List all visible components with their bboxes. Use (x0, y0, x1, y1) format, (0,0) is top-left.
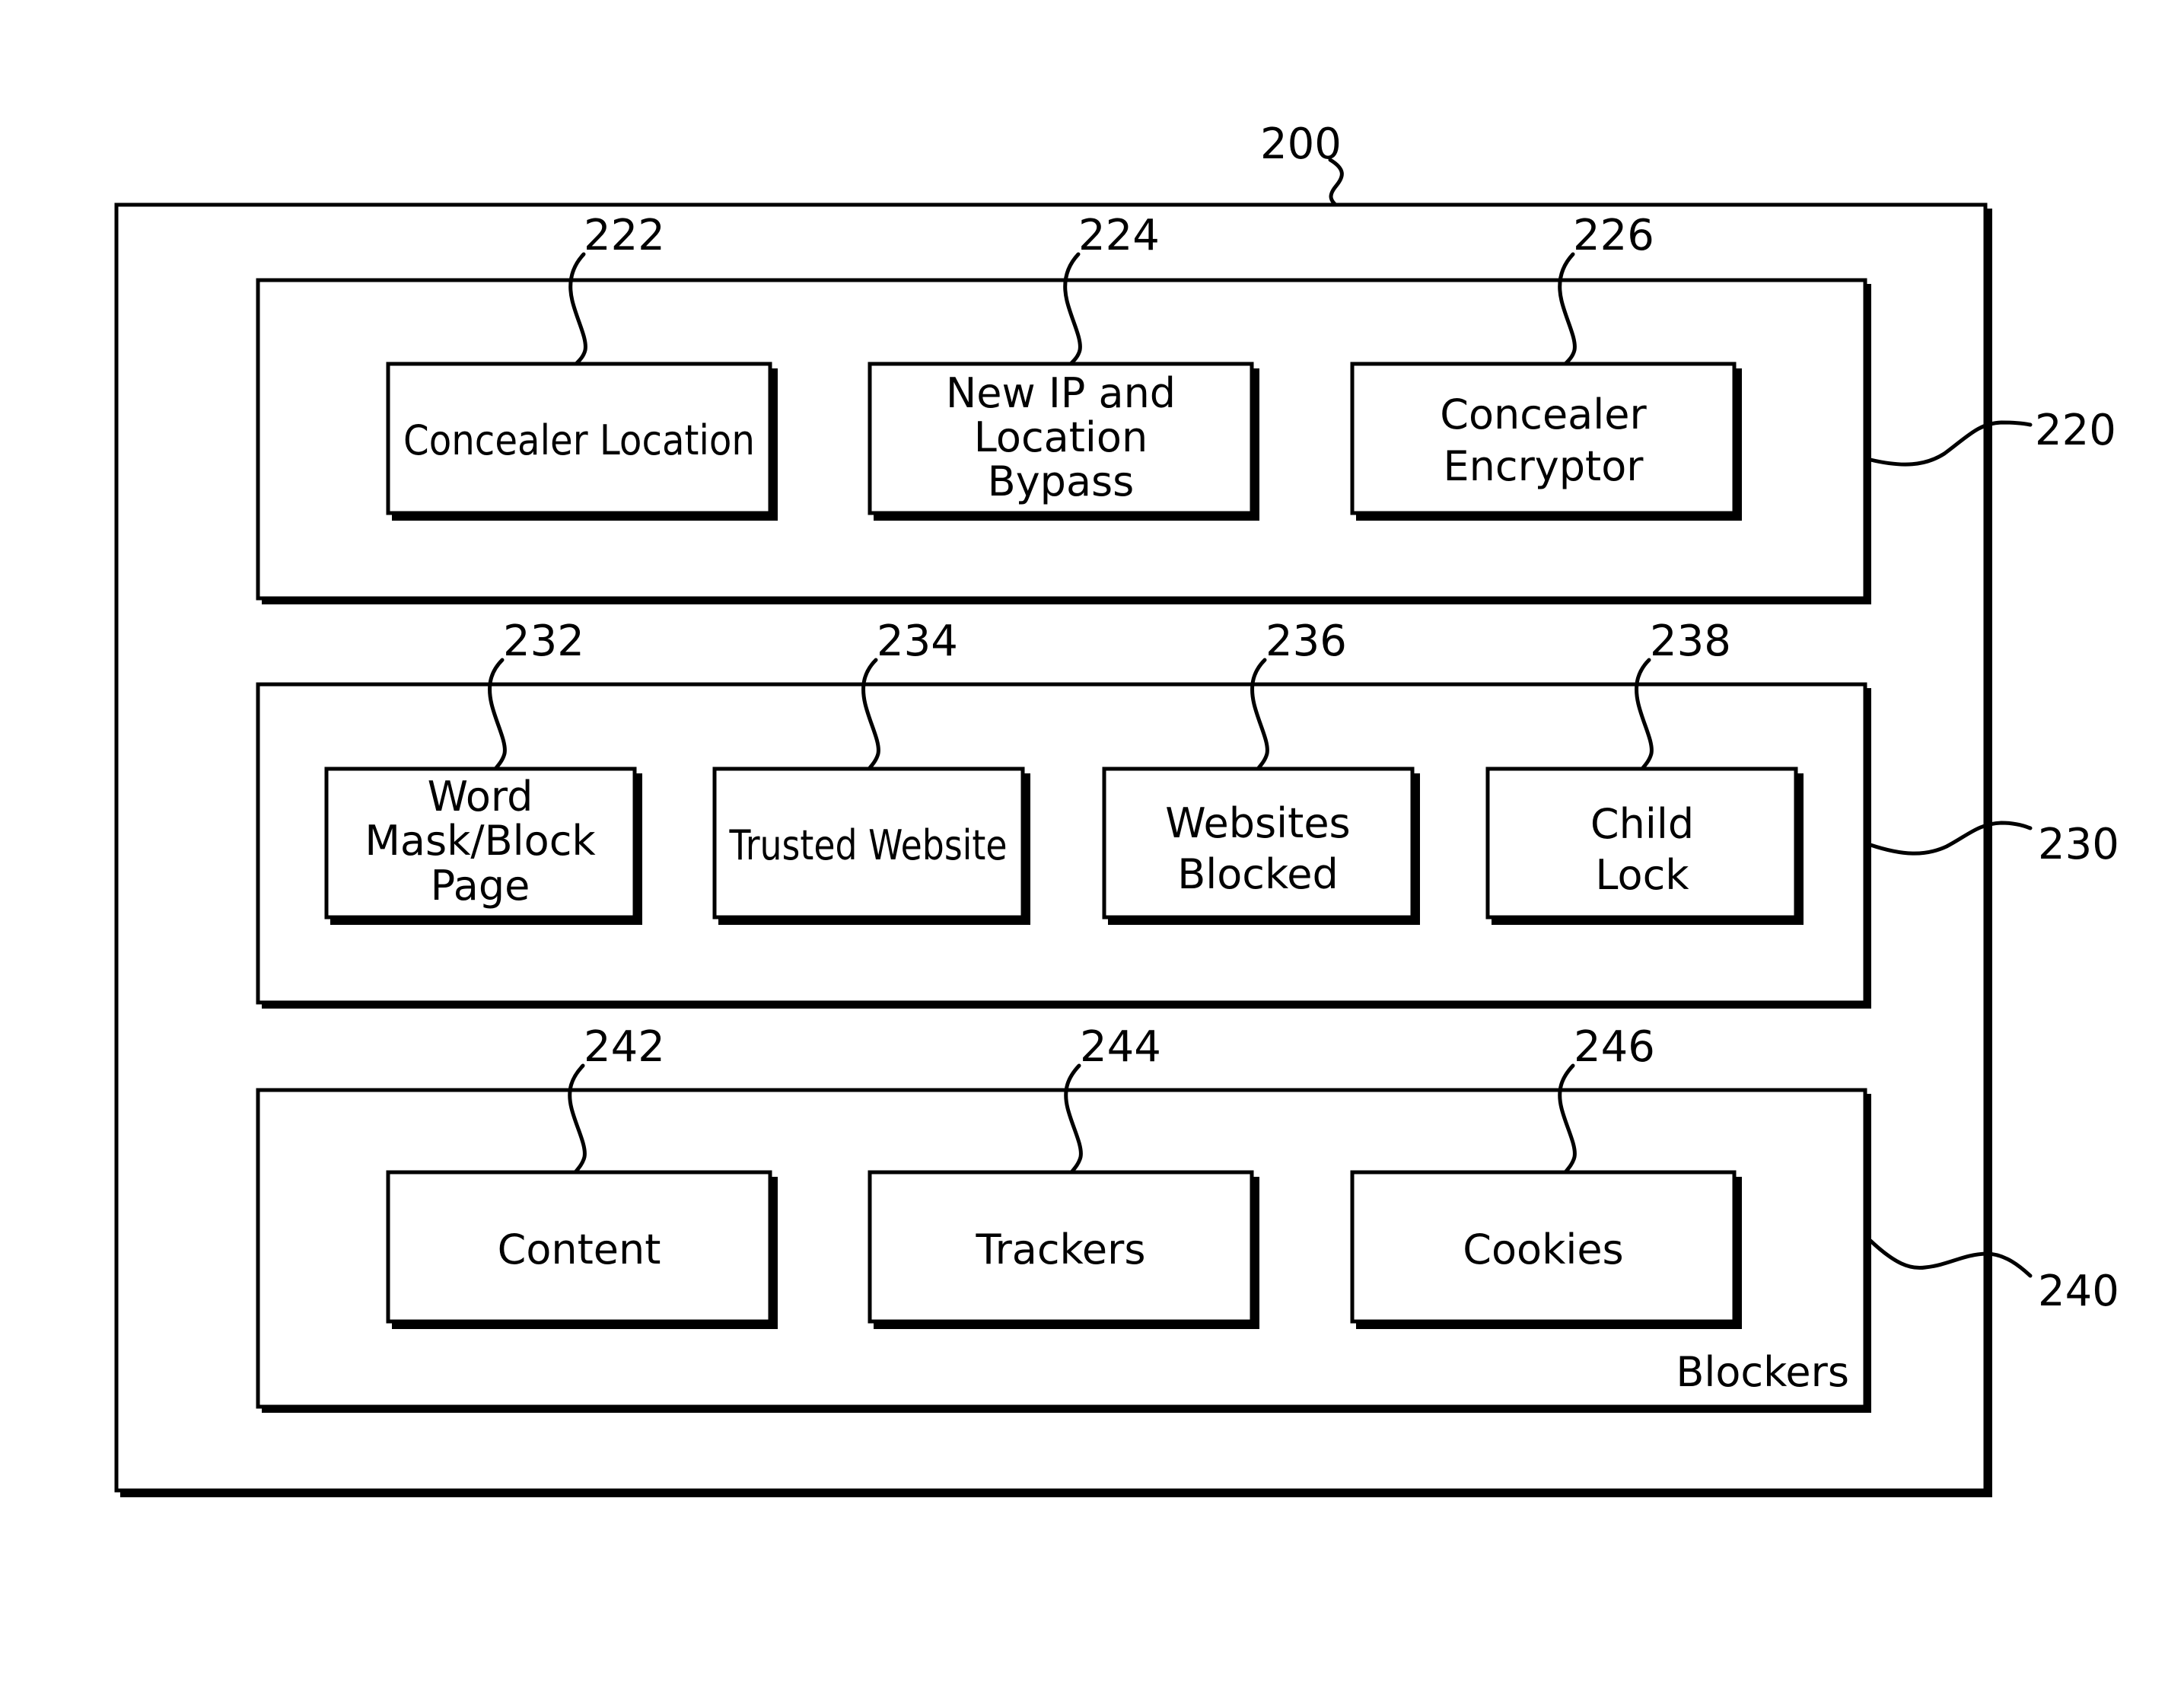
block-diagram: 200 220 Concealer Location 222 New IP an… (114, 120, 2119, 1497)
module-232-line-1-text: Word (428, 773, 533, 821)
panel-220: 220 Concealer Location 222 New IP and Lo… (256, 211, 2116, 604)
module-226-line-2-text: Encryptor (1444, 442, 1644, 490)
module-238-line-1-text: Child (1590, 800, 1694, 848)
ref-label-232: 232 (503, 617, 584, 666)
module-224-line-1-text: New IP and (946, 369, 1176, 417)
module-224-line-3-text: Bypass (988, 457, 1135, 505)
module-238-line-2-text: Lock (1595, 851, 1689, 899)
ref-label-244: 244 (1080, 1022, 1161, 1072)
panel-240-caption: Blockers (1676, 1348, 1849, 1396)
module-222-line-1: Concealer Location (403, 416, 755, 464)
ref-label-226: 226 (1573, 211, 1654, 260)
ref-label-230: 230 (2038, 820, 2119, 869)
ref-label-240: 240 (2038, 1267, 2119, 1316)
module-226-frame (1350, 362, 1737, 515)
module-242-line-1-text: Content (498, 1226, 661, 1273)
ref-label-246: 246 (1574, 1022, 1655, 1072)
module-246-line-1-text: Cookies (1463, 1226, 1623, 1273)
ref-label-222: 222 (584, 211, 665, 260)
ref-label-234: 234 (877, 617, 958, 666)
module-236-line-1-text: Websites (1165, 799, 1350, 847)
module-232-line-2-text: Mask/Block (365, 817, 596, 865)
module-222-text: Concealer Location (403, 416, 755, 464)
module-226-line-1-text: Concealer (1440, 390, 1647, 438)
ref-label-224: 224 (1078, 211, 1160, 260)
ref-label-242: 242 (584, 1022, 665, 1072)
ref-label-200: 200 (1260, 120, 1342, 169)
ref-label-220: 220 (2035, 406, 2116, 455)
module-224-line-2-text: Location (974, 413, 1148, 461)
module-236-line-2-text: Blocked (1177, 850, 1339, 898)
module-234-line-1-text: Trusted Website (729, 821, 1008, 869)
ref-label-236: 236 (1266, 617, 1347, 666)
module-244-line-1-text: Trackers (976, 1226, 1146, 1273)
ref-label-238: 238 (1650, 617, 1731, 666)
module-232-line-3-text: Page (431, 862, 530, 910)
